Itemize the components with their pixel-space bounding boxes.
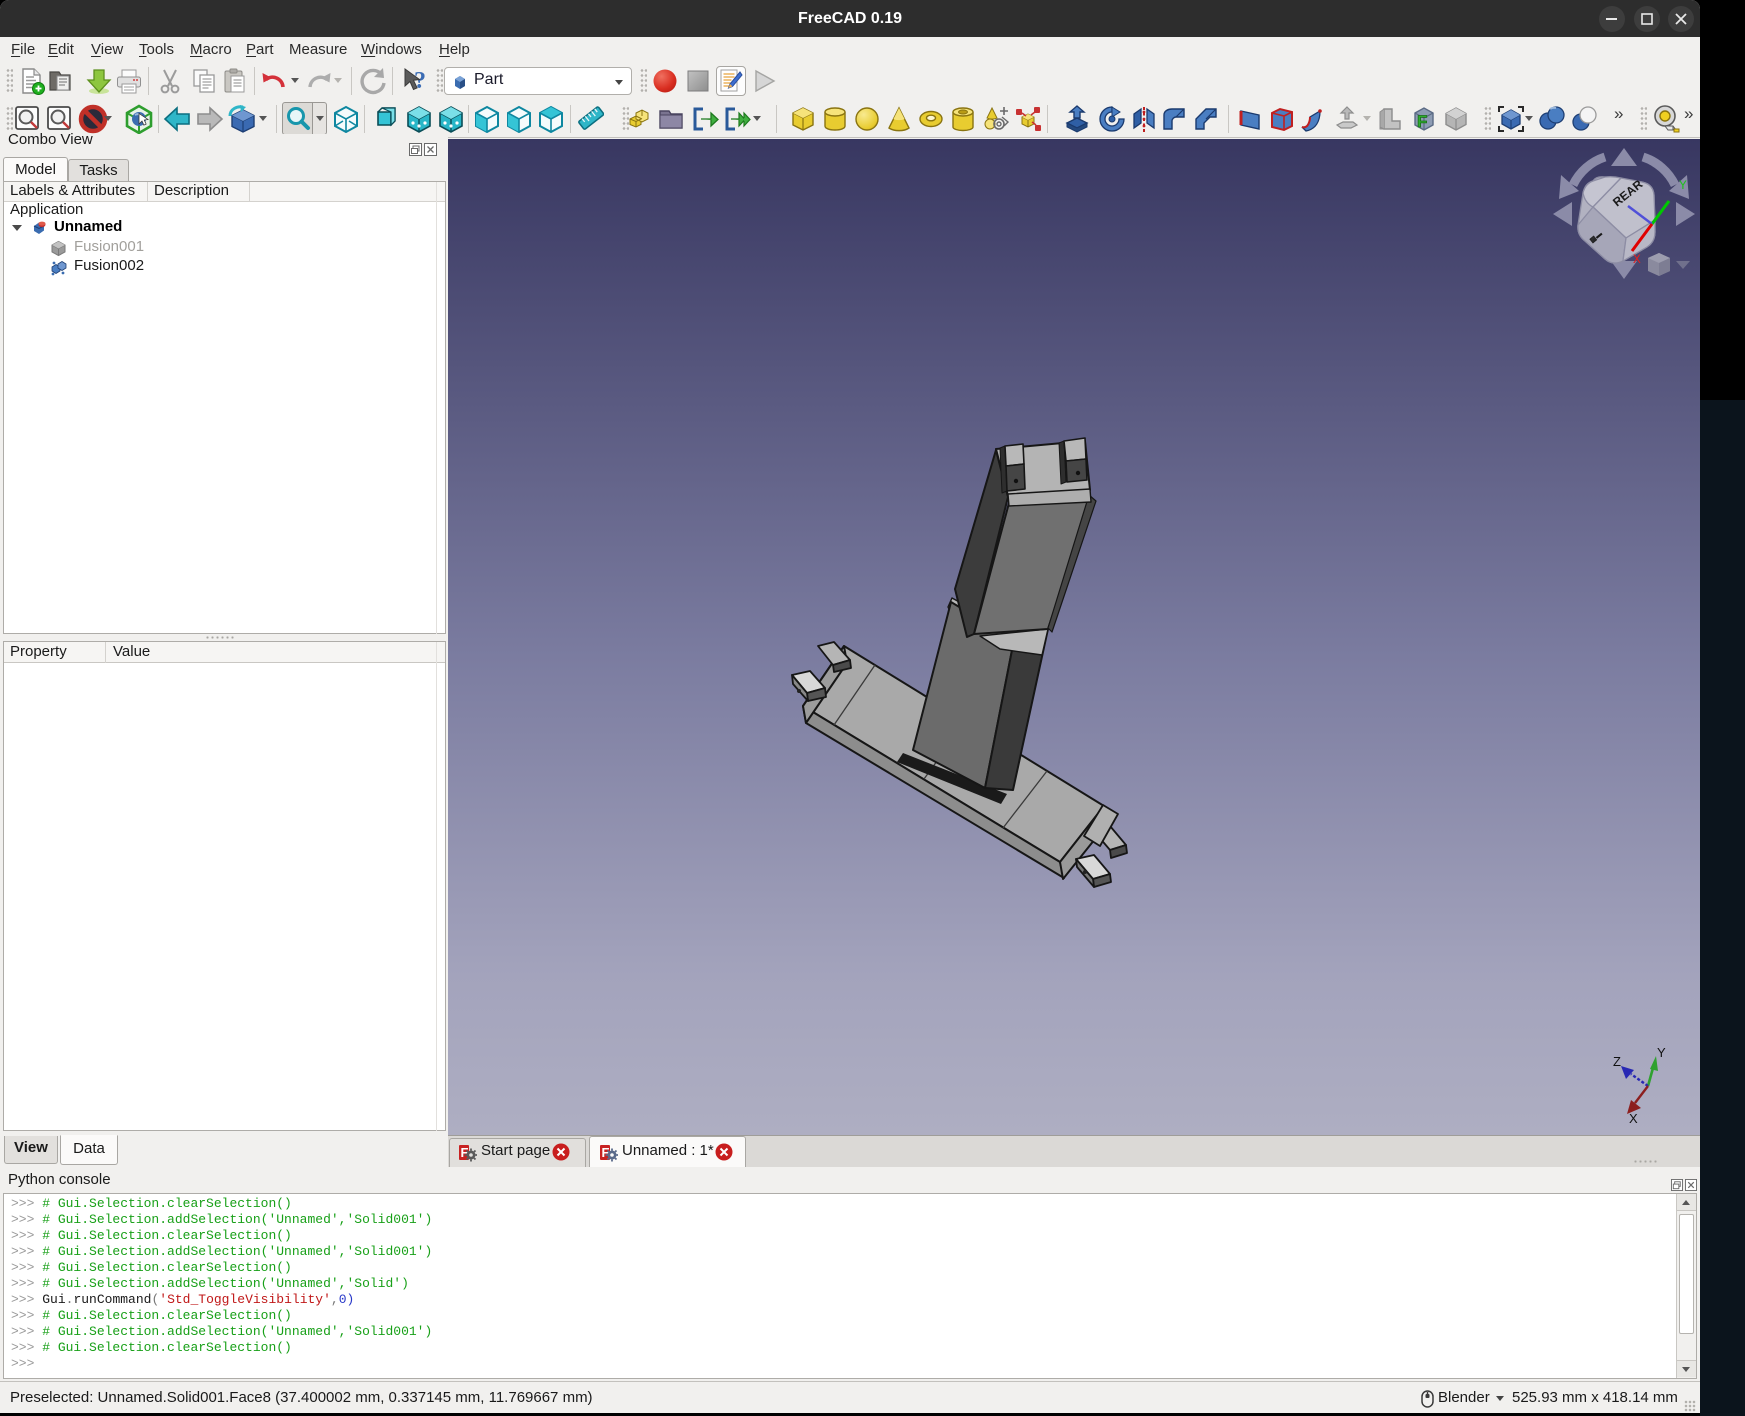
svg-text:Z: Z bbox=[1613, 1054, 1621, 1069]
svg-text:X: X bbox=[1629, 1111, 1638, 1126]
svg-text:F: F bbox=[1417, 112, 1427, 131]
svg-text:Y: Y bbox=[1679, 178, 1687, 193]
svg-text:Y: Y bbox=[1657, 1045, 1666, 1060]
svg-text:X: X bbox=[1633, 252, 1641, 267]
svg-text:?: ? bbox=[414, 68, 426, 94]
